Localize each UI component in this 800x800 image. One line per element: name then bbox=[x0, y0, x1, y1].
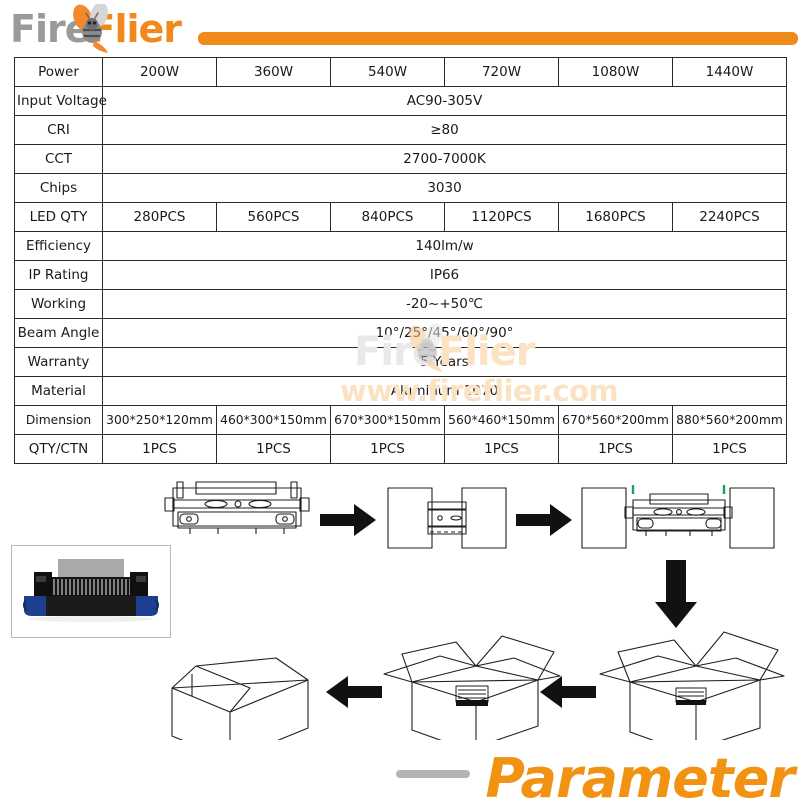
spec-row-merged-value: Aluminum 1070 bbox=[102, 376, 787, 406]
spec-cell: 2240PCS bbox=[672, 202, 787, 232]
spec-cell: 200W bbox=[102, 57, 217, 87]
product-photo-svg bbox=[12, 546, 170, 637]
spec-row-label: QTY/CTN bbox=[14, 434, 103, 464]
step-foam-caps bbox=[387, 487, 507, 549]
spec-row-label: Warranty bbox=[14, 347, 103, 377]
parameter-spec-page: FireFlier Power 200W 360W 540W 720W 1080… bbox=[0, 0, 800, 800]
spec-cell: 1120PCS bbox=[444, 202, 559, 232]
arrow-left-2 bbox=[326, 676, 382, 708]
spec-cell: 840PCS bbox=[330, 202, 445, 232]
spec-cell: 280PCS bbox=[102, 202, 217, 232]
spec-row-label: CRI bbox=[14, 115, 103, 145]
spec-row-merged-value: AC90-305V bbox=[102, 86, 787, 116]
table-row: Dimension 300*250*120mm 460*300*150mm 670*3… bbox=[14, 405, 787, 435]
spec-table-body: Power 200W 360W 540W 720W 1080W 1440W Input Vol… bbox=[14, 57, 787, 464]
page-title: Parameter bbox=[485, 747, 795, 800]
spec-row-merged-value: 2700-7000K bbox=[102, 144, 787, 174]
table-row: Beam Angle 10°/25°/45°/60°/90° bbox=[14, 318, 787, 348]
spec-cell: 1PCS bbox=[216, 434, 331, 464]
spec-cell: 670*560*200mm bbox=[558, 405, 673, 435]
spec-row-merged-value: 10°/25°/45°/60°/90° bbox=[102, 318, 787, 348]
table-row: Chips 3030 bbox=[14, 173, 787, 203]
spec-cell: 460*300*150mm bbox=[216, 405, 331, 435]
step-open-carton-filled bbox=[599, 631, 785, 740]
brand-logo: FireFlier bbox=[10, 4, 183, 54]
arrow-left-1 bbox=[540, 676, 596, 708]
spec-row-label: Power bbox=[14, 57, 103, 87]
page-footer: Parameter bbox=[0, 738, 800, 800]
spec-row-label: Material bbox=[14, 376, 103, 406]
spec-cell: 1680PCS bbox=[558, 202, 673, 232]
page-header: FireFlier bbox=[0, 0, 800, 57]
spec-row-merged-value: -20~+50℃ bbox=[102, 289, 787, 319]
spec-row-label: LED QTY bbox=[14, 202, 103, 232]
arrow-right-1 bbox=[320, 504, 376, 536]
spec-cell: 560*460*150mm bbox=[444, 405, 559, 435]
spec-cell: 300*250*120mm bbox=[102, 405, 217, 435]
table-row: LED QTY 280PCS 560PCS 840PCS 1120PCS 1680PCS 2… bbox=[14, 202, 787, 232]
table-row: Working -20~+50℃ bbox=[14, 289, 787, 319]
step-fixture bbox=[164, 481, 310, 534]
brand-logo-text: FireFlier bbox=[10, 4, 183, 53]
spec-cell: 1PCS bbox=[330, 434, 445, 464]
step-closed-carton bbox=[171, 657, 309, 740]
specification-table: Power 200W 360W 540W 720W 1080W 1440W Input Vol… bbox=[14, 57, 787, 464]
spec-row-merged-value: 5 Years bbox=[102, 347, 787, 377]
step-open-carton bbox=[383, 635, 561, 740]
footer-accent-bar bbox=[396, 770, 470, 778]
table-row: Material Aluminum 1070 bbox=[14, 376, 787, 406]
table-row: Efficiency 140lm/w bbox=[14, 231, 787, 261]
spec-row-merged-value: 140lm/w bbox=[102, 231, 787, 261]
spec-cell: 1PCS bbox=[444, 434, 559, 464]
spec-row-merged-value: ≥80 bbox=[102, 115, 787, 145]
spec-row-label: CCT bbox=[14, 144, 103, 174]
table-row: Warranty 5 Years bbox=[14, 347, 787, 377]
arrow-down-1 bbox=[655, 560, 697, 628]
spec-row-merged-value: IP66 bbox=[102, 260, 787, 290]
spec-cell: 880*560*200mm bbox=[672, 405, 787, 435]
brand-logo-flier: Flier bbox=[89, 7, 183, 51]
spec-cell: 1PCS bbox=[102, 434, 217, 464]
spec-cell: 540W bbox=[330, 57, 445, 87]
spec-cell: 560PCS bbox=[216, 202, 331, 232]
spec-cell: 720W bbox=[444, 57, 559, 87]
spec-row-label: IP Rating bbox=[14, 260, 103, 290]
table-row: CCT 2700-7000K bbox=[14, 144, 787, 174]
brand-logo-fire: Fire bbox=[10, 7, 90, 51]
product-photo bbox=[11, 545, 171, 638]
arrow-right-2 bbox=[516, 504, 572, 536]
table-row: IP Rating IP66 bbox=[14, 260, 787, 290]
table-row: CRI ≥80 bbox=[14, 115, 787, 145]
step-fixture-in-foam bbox=[581, 485, 775, 549]
spec-row-label: Input Voltage bbox=[14, 86, 107, 116]
spec-cell: 1PCS bbox=[672, 434, 787, 464]
header-accent-bar bbox=[198, 32, 798, 45]
spec-cell: 670*300*150mm bbox=[330, 405, 445, 435]
table-row: QTY/CTN 1PCS 1PCS 1PCS 1PCS 1PCS 1PCS bbox=[14, 434, 787, 464]
spec-row-label: Efficiency bbox=[14, 231, 103, 261]
spec-cell: 360W bbox=[216, 57, 331, 87]
spec-row-label: Working bbox=[14, 289, 103, 319]
spec-cell: 1080W bbox=[558, 57, 673, 87]
spec-cell: 1PCS bbox=[558, 434, 673, 464]
spec-row-label: Chips bbox=[14, 173, 103, 203]
table-row: Input Voltage AC90-305V bbox=[14, 86, 787, 116]
spec-row-merged-value: 3030 bbox=[102, 173, 787, 203]
spec-cell: 1440W bbox=[672, 57, 787, 87]
table-row: Power 200W 360W 540W 720W 1080W 1440W bbox=[14, 57, 787, 87]
spec-row-label: Dimension bbox=[14, 405, 103, 435]
spec-row-label: Beam Angle bbox=[14, 318, 103, 348]
